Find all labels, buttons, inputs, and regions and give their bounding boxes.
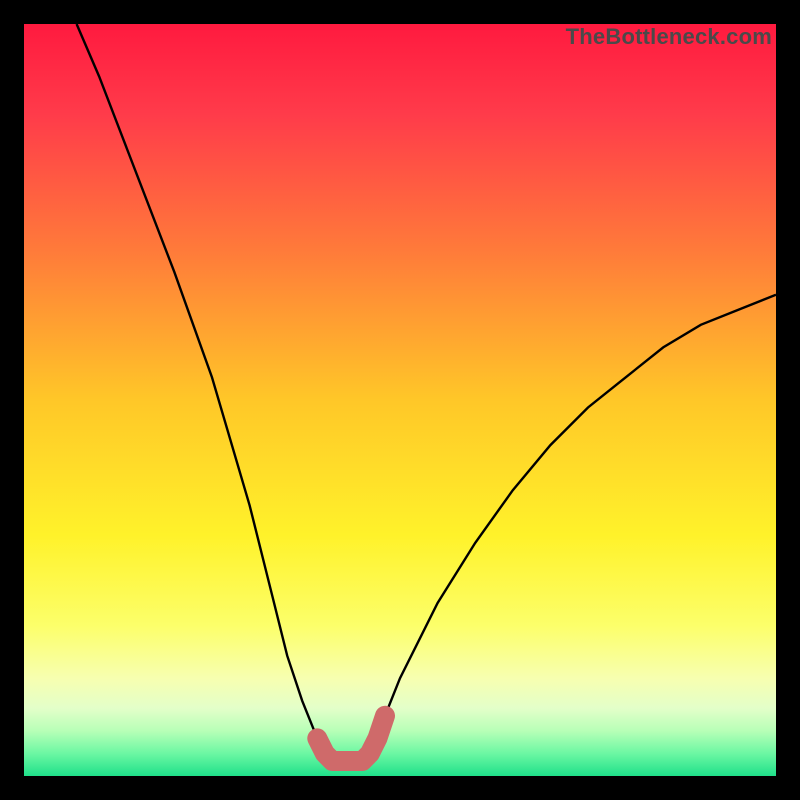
highlight-bottom	[317, 716, 385, 761]
plot-area	[24, 24, 776, 776]
watermark-label: TheBottleneck.com	[566, 24, 772, 50]
bottleneck-curve	[24, 24, 776, 776]
curve-line	[77, 24, 776, 761]
chart-frame: TheBottleneck.com	[0, 0, 800, 800]
